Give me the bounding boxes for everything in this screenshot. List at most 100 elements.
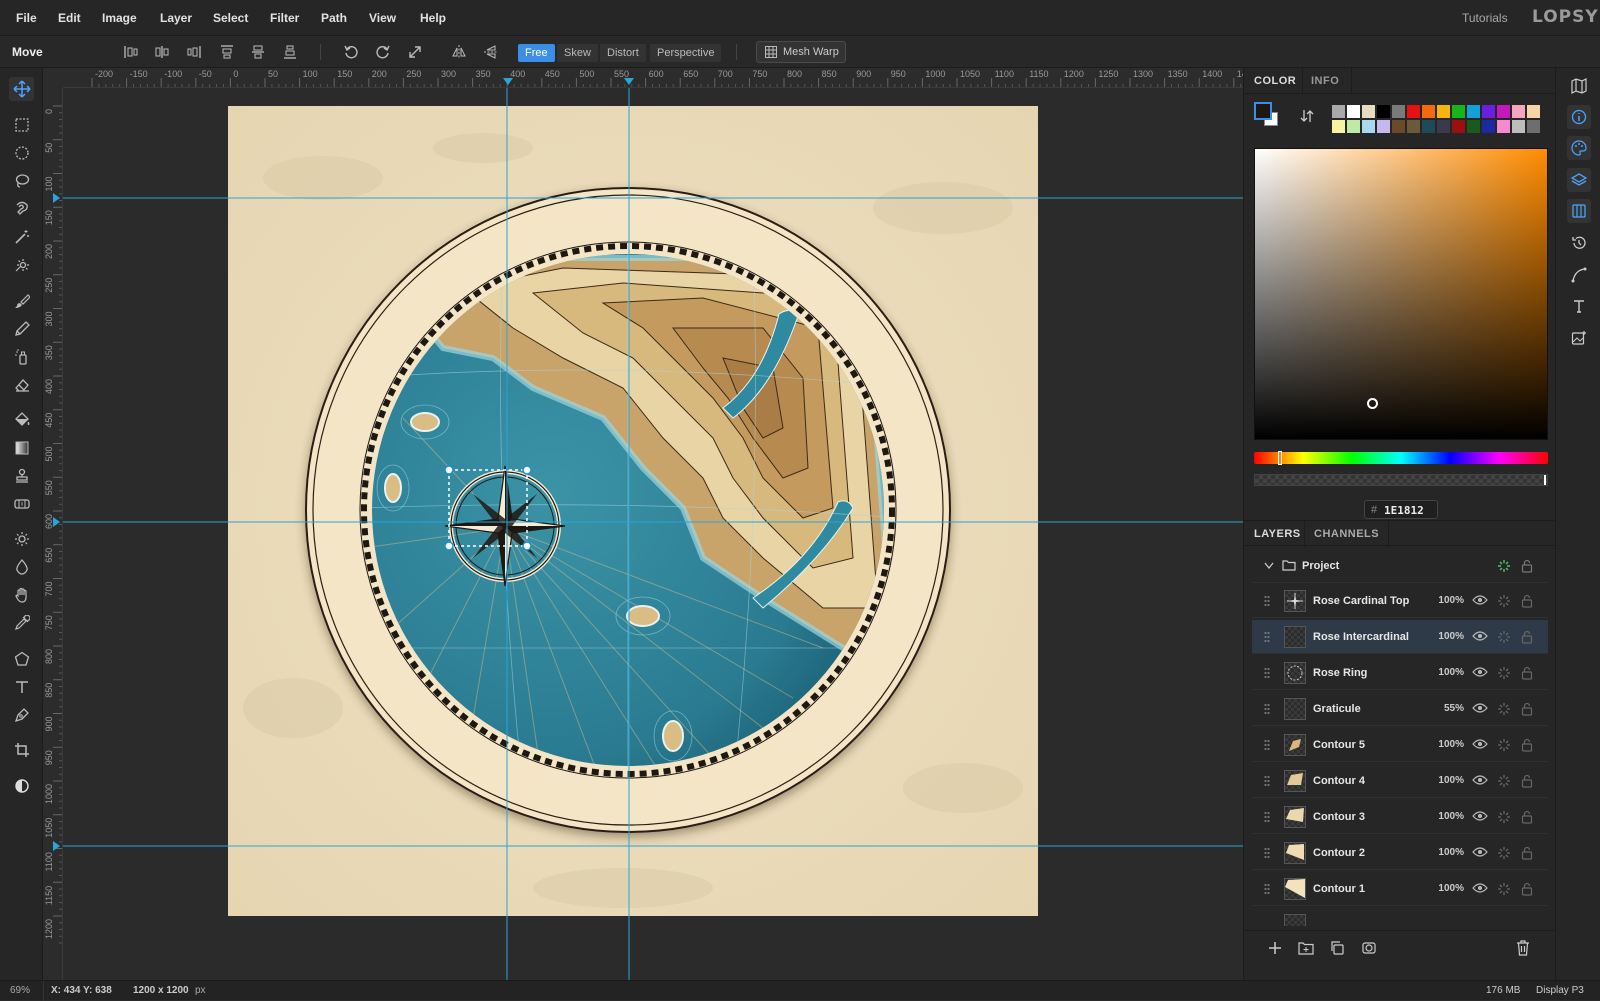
color-swatch[interactable] — [1437, 105, 1450, 118]
rect-select-icon[interactable] — [9, 113, 34, 137]
effects-icon[interactable] — [1497, 882, 1511, 896]
layer-row[interactable]: Contour 4 100% — [1252, 764, 1548, 798]
drag-handle-icon[interactable] — [1264, 811, 1270, 823]
layer-row[interactable]: Contour 2 100% — [1252, 836, 1548, 870]
color-swatch[interactable] — [1362, 105, 1375, 118]
paint-bucket-icon[interactable] — [9, 408, 34, 432]
crop-icon[interactable] — [9, 738, 34, 762]
drag-handle-icon[interactable] — [1264, 631, 1270, 643]
swap-colors-icon[interactable] — [1300, 109, 1314, 126]
map-icon[interactable] — [1567, 74, 1591, 98]
mode-distort-button[interactable]: Distort — [600, 44, 646, 62]
tab-channels[interactable]: CHANNELS — [1314, 528, 1379, 540]
lock-icon[interactable] — [1521, 882, 1533, 896]
menu-layer[interactable]: Layer — [160, 11, 192, 25]
align-bottom-icon[interactable] — [279, 42, 301, 62]
color-swatch[interactable] — [1527, 120, 1540, 133]
tab-layers[interactable]: LAYERS — [1254, 528, 1301, 540]
layer-row[interactable]: Contour 1 100% — [1252, 872, 1548, 906]
trash-icon[interactable] — [1516, 940, 1530, 956]
lock-icon[interactable] — [1521, 666, 1533, 680]
color-swatch[interactable] — [1377, 105, 1390, 118]
color-swatch[interactable] — [1347, 120, 1360, 133]
layer-opacity[interactable]: 100% — [1432, 595, 1464, 606]
image-add-icon[interactable] — [1567, 326, 1591, 350]
color-swatch[interactable] — [1497, 120, 1510, 133]
tutorials-link[interactable]: Tutorials — [1462, 11, 1508, 25]
color-swatch[interactable] — [1392, 120, 1405, 133]
menu-file[interactable]: File — [16, 11, 37, 25]
saturation-picker[interactable] — [1254, 148, 1548, 440]
history-icon[interactable] — [1567, 231, 1591, 255]
menu-view[interactable]: View — [369, 11, 396, 25]
layer-opacity[interactable]: 100% — [1432, 883, 1464, 894]
align-top-icon[interactable] — [216, 42, 238, 62]
color-swatch[interactable] — [1527, 105, 1540, 118]
scale-icon[interactable] — [404, 42, 426, 62]
mesh-warp-button[interactable]: Mesh Warp — [756, 41, 846, 63]
layer-row[interactable]: Rose Intercardinal 100% — [1252, 620, 1548, 654]
eye-icon[interactable] — [1472, 774, 1488, 786]
columns-icon[interactable] — [1567, 199, 1591, 223]
ellipse-select-icon[interactable] — [9, 141, 34, 165]
menu-help[interactable]: Help — [420, 11, 446, 25]
color-swatch[interactable] — [1512, 120, 1525, 133]
hex-input[interactable]: # 1E1812 — [1364, 500, 1438, 519]
menu-filter[interactable]: Filter — [270, 11, 299, 25]
drag-handle-icon[interactable] — [1264, 667, 1270, 679]
layer-opacity[interactable]: 100% — [1432, 775, 1464, 786]
layers-icon[interactable] — [1567, 168, 1591, 192]
effects-icon[interactable] — [1497, 702, 1511, 716]
eye-icon[interactable] — [1472, 738, 1488, 750]
ruler-horizontal[interactable]: -200 -150 -100 -50 0 50 100 150 200 250 300 350 400 4… — [43, 68, 1243, 88]
color-swatches[interactable] — [1332, 105, 1546, 135]
lock-icon[interactable] — [1521, 810, 1533, 824]
eye-icon[interactable] — [1472, 666, 1488, 678]
eye-icon[interactable] — [1472, 882, 1488, 894]
layer-opacity[interactable]: 100% — [1432, 847, 1464, 858]
flip-horizontal-icon[interactable] — [448, 42, 470, 62]
contrast-icon[interactable] — [9, 774, 34, 798]
color-swatch[interactable] — [1407, 105, 1420, 118]
chevron-down-icon[interactable] — [1264, 562, 1274, 570]
drag-handle-icon[interactable] — [1264, 595, 1270, 607]
align-left-icon[interactable] — [120, 42, 142, 62]
eye-icon[interactable] — [1472, 630, 1488, 642]
palette-icon[interactable] — [1567, 136, 1591, 160]
color-swatch[interactable] — [1422, 120, 1435, 133]
info-icon[interactable] — [1567, 105, 1591, 129]
magic-wand-icon[interactable] — [9, 225, 34, 249]
menu-image[interactable]: Image — [102, 11, 137, 25]
text-icon[interactable] — [9, 675, 34, 699]
add-layer-icon[interactable] — [1268, 941, 1282, 955]
tab-info[interactable]: INFO — [1311, 75, 1339, 87]
eye-icon[interactable] — [1472, 594, 1488, 606]
color-swatch[interactable] — [1437, 120, 1450, 133]
group-lock-icon[interactable] — [1521, 559, 1533, 573]
rotate-cw-icon[interactable] — [372, 42, 394, 62]
drag-handle-icon[interactable] — [1264, 739, 1270, 751]
color-swatch[interactable] — [1347, 105, 1360, 118]
color-swatch[interactable] — [1377, 120, 1390, 133]
magnetic-lasso-icon[interactable] — [9, 197, 34, 221]
effects-icon[interactable] — [1497, 630, 1511, 644]
layer-row[interactable]: Contour 3 100% — [1252, 800, 1548, 834]
eye-icon[interactable] — [1472, 702, 1488, 714]
pencil-icon[interactable] — [9, 317, 34, 341]
color-swatch[interactable] — [1452, 105, 1465, 118]
layer-row[interactable]: Contour 5 100% — [1252, 728, 1548, 762]
drag-handle-icon[interactable] — [1264, 775, 1270, 787]
document-canvas[interactable] — [63, 88, 1243, 980]
effects-icon[interactable] — [1497, 738, 1511, 752]
type-icon[interactable] — [1567, 294, 1591, 318]
lock-icon[interactable] — [1521, 702, 1533, 716]
layer-opacity[interactable]: 100% — [1432, 667, 1464, 678]
mode-free-button[interactable]: Free — [518, 44, 555, 62]
color-swatch[interactable] — [1392, 105, 1405, 118]
align-right-icon[interactable] — [183, 42, 205, 62]
color-swatch[interactable] — [1422, 105, 1435, 118]
dodge-icon[interactable] — [9, 527, 34, 551]
alpha-slider[interactable] — [1254, 474, 1548, 486]
drag-handle-icon[interactable] — [1264, 703, 1270, 715]
color-swatch[interactable] — [1512, 105, 1525, 118]
